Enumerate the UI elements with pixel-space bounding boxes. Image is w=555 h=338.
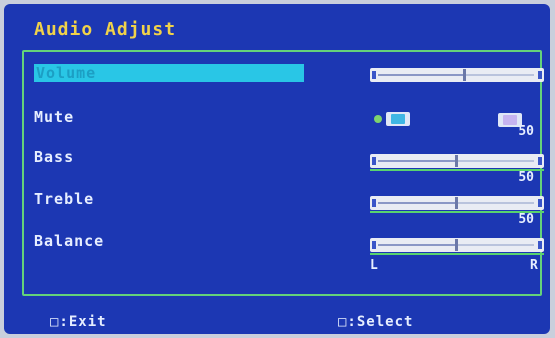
slider-left-cap xyxy=(372,199,376,207)
slider-fill xyxy=(378,202,456,204)
treble-value: 50 xyxy=(518,212,534,227)
audio-settings-panel: Volume Mute Bass 50 Treble 50 Balance 50… xyxy=(22,50,544,296)
bass-value: 50 xyxy=(518,170,534,185)
slider-fill xyxy=(378,244,456,246)
slider-underline xyxy=(370,253,544,255)
sound-on-icon[interactable] xyxy=(386,112,410,126)
select-hint[interactable]: □:Select xyxy=(338,314,413,330)
volume-value: 50 xyxy=(518,124,534,139)
balance-slider[interactable] xyxy=(370,238,544,255)
speaker-on-glyph xyxy=(391,114,405,124)
slider-fill xyxy=(378,74,464,76)
menu-title: Audio Adjust xyxy=(34,19,177,40)
slider-fill xyxy=(378,160,456,162)
slider-thumb[interactable] xyxy=(455,155,458,167)
slider-right-cap xyxy=(538,71,542,79)
treble-slider[interactable] xyxy=(370,196,544,213)
menu-item-mute[interactable]: Mute xyxy=(34,108,74,126)
menu-item-balance[interactable]: Balance xyxy=(34,232,104,250)
bass-slider[interactable] xyxy=(370,154,544,171)
slider-left-cap xyxy=(372,241,376,249)
slider-thumb[interactable] xyxy=(455,239,458,251)
balance-left-label: L xyxy=(370,258,378,273)
slider-right-cap xyxy=(538,157,542,165)
slider-thumb[interactable] xyxy=(462,69,466,81)
speaker-off-glyph xyxy=(503,115,517,125)
menu-item-treble[interactable]: Treble xyxy=(34,190,94,208)
menu-item-bass[interactable]: Bass xyxy=(34,148,74,166)
menu-item-volume[interactable]: Volume xyxy=(34,64,304,82)
slider-left-cap xyxy=(372,157,376,165)
slider-right-cap xyxy=(538,199,542,207)
slider-thumb[interactable] xyxy=(455,197,458,209)
exit-hint[interactable]: □:Exit xyxy=(50,314,107,330)
volume-slider[interactable] xyxy=(370,68,544,82)
slider-right-cap xyxy=(538,241,542,249)
osd-screen: Audio Adjust Volume Mute Bass 50 Treble … xyxy=(4,4,550,334)
slider-left-cap xyxy=(372,71,376,79)
radio-selected-icon[interactable] xyxy=(374,115,382,123)
balance-right-label: R xyxy=(530,258,538,273)
